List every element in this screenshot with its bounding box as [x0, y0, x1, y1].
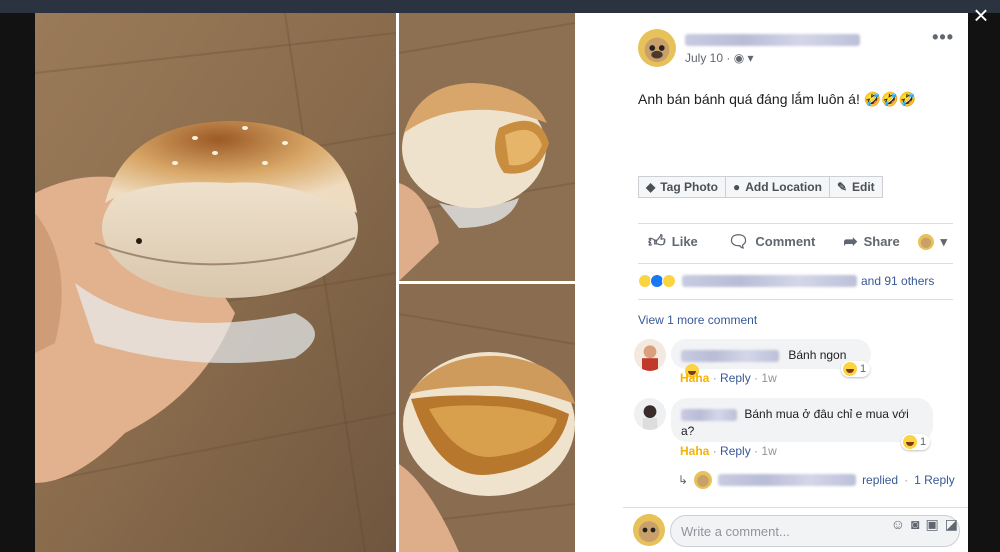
- comment-text: Bánh ngon: [788, 348, 847, 362]
- comment-meta: Haha · Reply · 1w: [680, 371, 777, 385]
- divider: [638, 299, 953, 300]
- photo-bun-in-hand[interactable]: [35, 13, 396, 552]
- comment-icon: 🗨︎: [727, 231, 750, 251]
- chevron-down-icon: ▾: [940, 233, 947, 249]
- commenter-avatar[interactable]: [634, 339, 666, 371]
- selector-avatar: [918, 233, 935, 250]
- divider: [638, 223, 953, 224]
- haha-reaction-icon: [843, 362, 857, 376]
- separator: ·: [904, 473, 909, 487]
- composer-icons: ☺ ◙ ▣ ◪: [891, 516, 958, 533]
- comment-composer: Write a comment... ☺ ◙ ▣ ◪: [623, 507, 968, 552]
- reply-arrow-icon: ↳: [678, 473, 689, 487]
- camera-icon[interactable]: ◙: [911, 516, 919, 533]
- like-button[interactable]: 👍︎ Like: [648, 231, 698, 252]
- more-options-icon[interactable]: •••: [932, 27, 954, 48]
- like-label: Like: [671, 234, 698, 249]
- tag-photo-button[interactable]: ◆ Tag Photo: [638, 176, 727, 198]
- comment-label: Comment: [755, 234, 816, 249]
- commenter-name-blurred[interactable]: [681, 408, 737, 421]
- comment-meta: Haha · Reply · 1w: [680, 444, 777, 458]
- add-location-button[interactable]: ● Add Location: [726, 176, 830, 198]
- reaction-count: 1: [860, 363, 867, 375]
- emoji-icon[interactable]: ☺: [891, 516, 905, 533]
- wow-reaction-icon: [662, 274, 676, 288]
- divider: [638, 263, 953, 264]
- commenter-name-blurred[interactable]: [681, 349, 779, 362]
- comment-bubble: Bánh mua ở đâu chỉ e mua với a?: [671, 398, 933, 442]
- comment-time[interactable]: 1w: [761, 371, 776, 385]
- reaction-others-link[interactable]: and 91 others: [861, 274, 934, 288]
- post-actions: 👍︎ Like 🗨︎ Comment ➦ Share ▾: [638, 231, 953, 252]
- share-label: Share: [863, 234, 900, 249]
- view-more-comments-link[interactable]: View 1 more comment: [638, 313, 757, 327]
- reaction-count: 1: [920, 436, 927, 448]
- replied-text[interactable]: replied: [862, 473, 898, 487]
- reply-link[interactable]: Reply: [720, 444, 751, 458]
- separator: ·: [712, 444, 721, 458]
- globe-icon[interactable]: ◉ ▾: [734, 51, 754, 65]
- post-pill-row: ◆ Tag Photo ● Add Location ✎ Edit: [638, 176, 883, 198]
- tag-photo-label: Tag Photo: [660, 180, 719, 194]
- pencil-icon: ✎: [836, 180, 847, 194]
- author-name-blurred[interactable]: [685, 34, 860, 46]
- photo-viewer: × July 10 · ◉ ▾ ••• Anh bán bánh quá đán…: [0, 0, 1000, 552]
- post-meta: July 10 · ◉ ▾: [685, 51, 754, 65]
- reply-summary[interactable]: ↳ replied · 1 Reply: [678, 471, 955, 489]
- separator: ·: [712, 371, 721, 385]
- post-text: Anh bán bánh quá đáng lắm luôn á! 🤣🤣🤣: [638, 91, 917, 107]
- reaction-summary[interactable]: and 91 others: [638, 274, 934, 288]
- reaction-profile-selector[interactable]: ▾: [918, 233, 947, 250]
- edit-button[interactable]: ✎ Edit: [829, 176, 883, 198]
- gif-icon[interactable]: ▣: [926, 516, 939, 533]
- commenter-avatar[interactable]: [634, 398, 666, 430]
- sticker-icon[interactable]: ◪: [945, 516, 958, 533]
- thumbs-up-icon: 👍︎: [648, 232, 666, 251]
- reply-link[interactable]: Reply: [720, 371, 751, 385]
- post-date[interactable]: July 10: [685, 51, 723, 65]
- replier-avatar: [694, 471, 713, 489]
- replier-name-blurred[interactable]: [718, 474, 857, 486]
- share-button[interactable]: ➦ Share: [843, 232, 899, 252]
- share-icon: ➦: [843, 231, 858, 251]
- haha-link[interactable]: Haha: [680, 371, 709, 385]
- reply-count-link[interactable]: 1 Reply: [914, 473, 955, 487]
- reactor-names-blurred[interactable]: [682, 275, 857, 287]
- post-panel: July 10 · ◉ ▾ ••• Anh bán bánh quá đáng …: [623, 13, 968, 552]
- comment-button[interactable]: 🗨︎ Comment: [728, 232, 816, 252]
- author-avatar[interactable]: [638, 29, 676, 67]
- location-pin-icon: ●: [733, 180, 741, 194]
- photo-hollow-bun[interactable]: [399, 284, 575, 552]
- add-location-label: Add Location: [745, 180, 822, 194]
- comment-reaction-badge[interactable]: 1: [841, 361, 871, 377]
- photo-grid: [35, 13, 623, 552]
- haha-link[interactable]: Haha: [680, 444, 709, 458]
- composer-avatar: [633, 514, 665, 546]
- separator: ·: [726, 51, 734, 65]
- browser-top-strip: [0, 0, 1000, 13]
- comment-reaction-badge[interactable]: 1: [901, 434, 931, 450]
- comment-time[interactable]: 1w: [761, 444, 776, 458]
- close-icon[interactable]: ×: [968, 2, 994, 28]
- photo-bitten-bun[interactable]: [399, 13, 575, 281]
- tag-icon: ◆: [646, 180, 656, 194]
- edit-label: Edit: [852, 180, 875, 194]
- haha-reaction-icon: [903, 435, 917, 449]
